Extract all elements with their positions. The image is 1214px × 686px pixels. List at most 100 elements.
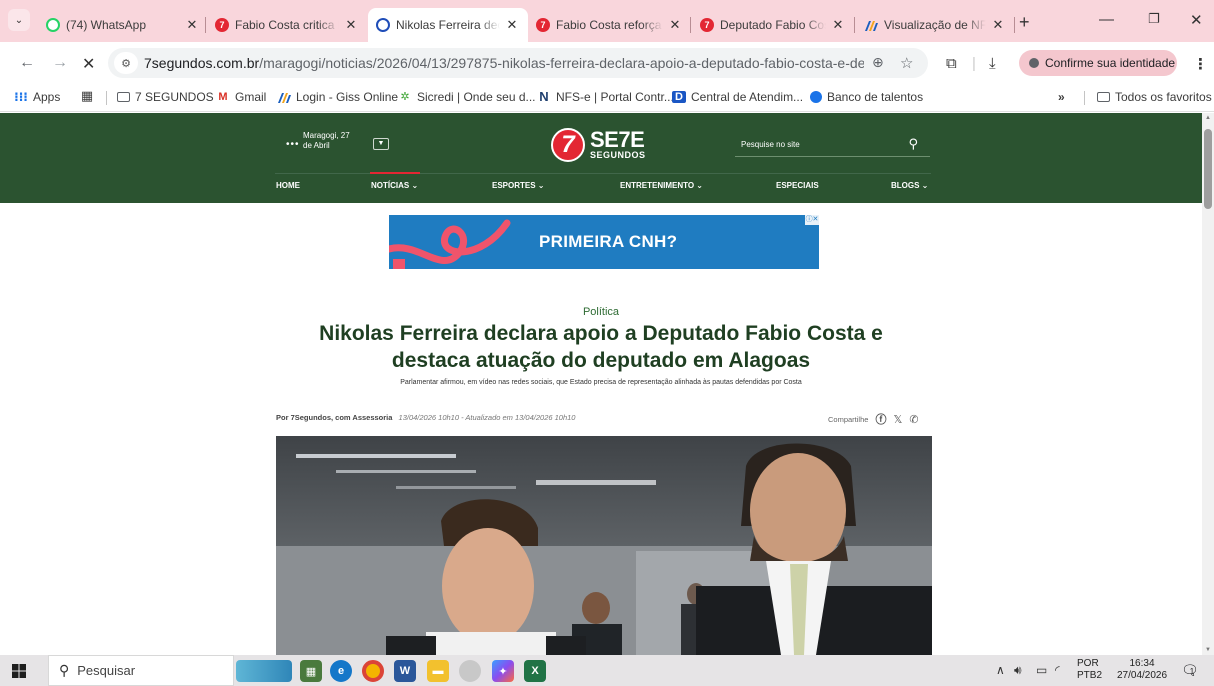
calculator-icon[interactable]: ▦ — [300, 660, 322, 682]
new-tab-icon[interactable]: + — [1019, 12, 1030, 33]
search-highlight-icon[interactable] — [236, 660, 292, 682]
show-hidden-icons[interactable]: ∧ — [996, 663, 1005, 677]
forward-icon[interactable]: → — [52, 54, 68, 72]
wifi-icon[interactable]: ◜ — [1055, 663, 1060, 677]
battery-icon[interactable]: ▭ — [1036, 663, 1047, 677]
bookmark-folder-7segundos[interactable]: 7 SEGUNDOS — [117, 90, 214, 104]
bookmark-central-atendimento[interactable]: D Central de Atendim... — [672, 90, 803, 104]
edge-icon[interactable]: e — [330, 660, 352, 682]
excel-icon[interactable]: X — [524, 660, 546, 682]
site-info-icon[interactable]: ⚙ — [114, 52, 138, 74]
close-tab-icon[interactable]: ✕ — [830, 17, 846, 33]
scrollbar-thumb[interactable] — [1204, 129, 1212, 209]
windows-start-icon[interactable] — [12, 664, 26, 678]
close-tab-icon[interactable]: ✕ — [990, 17, 1006, 33]
central-d-icon: D — [672, 91, 686, 103]
bookmark-grid-apps[interactable]: ▦ — [80, 89, 99, 102]
bookmarks-overflow-button[interactable]: » — [1058, 90, 1065, 104]
taskbar-search[interactable]: ⚲ Pesquisar — [48, 655, 234, 686]
x-twitter-icon[interactable]: 𝕏 — [893, 413, 902, 426]
bookmark-giss-online[interactable]: Login - Giss Online — [277, 90, 398, 104]
stop-loading-icon[interactable]: ✕ — [82, 54, 95, 74]
nav-especiais[interactable]: ESPECIAIS — [776, 181, 819, 190]
toolbar-divider: | — [972, 55, 976, 72]
tab-search-button[interactable]: ⌄ — [8, 9, 30, 31]
bookmark-star-icon[interactable]: ☆ — [900, 54, 913, 72]
logo-sub-text: SEGUNDOS — [590, 150, 646, 160]
share-label: Compartilhe — [828, 414, 869, 424]
whatsapp-share-icon[interactable]: ✆ — [909, 413, 918, 426]
nav-entretenimento[interactable]: ENTRETENIMENTO ⌄ — [620, 181, 703, 190]
tab-title: Nikolas Ferreira decla — [396, 18, 500, 32]
close-tab-icon[interactable]: ✕ — [184, 17, 200, 33]
bookmark-banco-talentos[interactable]: Banco de talentos — [810, 90, 923, 104]
file-explorer-icon[interactable]: ▬ — [427, 660, 449, 682]
close-tab-icon[interactable]: ✕ — [504, 17, 520, 33]
taskbar-clock[interactable]: 16:34 27/04/2026 — [1117, 658, 1167, 682]
bookmark-nfse[interactable]: N NFS-e | Portal Contr... — [537, 90, 674, 104]
tab-fabio-costa-reforca[interactable]: 7 Fabio Costa reforça a ✕ — [528, 8, 691, 42]
giss-chart-icon — [277, 91, 291, 103]
identity-button[interactable]: Confirme sua identidade — [1019, 50, 1177, 76]
zoom-icon[interactable]: ⊕ — [872, 54, 884, 71]
url-text[interactable]: 7segundos.com.br/maragogi/noticias/2026/… — [144, 55, 864, 71]
site-logo[interactable]: 7 SE7E SEGUNDOS — [551, 127, 646, 163]
tab-nikolas-ferreira-active[interactable]: Nikolas Ferreira decla ✕ — [368, 8, 528, 42]
tab-fabio-costa-critica[interactable]: 7 Fabio Costa critica Re ✕ — [207, 8, 367, 42]
nav-esportes[interactable]: ESPORTES ⌄ — [492, 181, 545, 190]
folder-icon — [117, 92, 130, 102]
location-dropdown-icon[interactable]: ▼ — [373, 138, 389, 150]
close-tab-icon[interactable]: ✕ — [343, 17, 359, 33]
tab-title: Visualização de NFS- — [884, 18, 986, 32]
extensions-icon[interactable]: ⧉ — [946, 55, 957, 72]
adchoices-icon[interactable]: ⓘ✕ — [805, 215, 819, 225]
download-icon[interactable]: ⤓ — [989, 55, 996, 72]
page-scrollbar[interactable]: ▲ ▼ — [1202, 113, 1214, 655]
notification-center-icon[interactable]: 🗨︎1 — [1181, 662, 1203, 679]
volume-icon[interactable]: 🔊︎ — [1014, 663, 1022, 678]
bookmark-gmail[interactable]: M Gmail — [216, 90, 266, 104]
all-bookmarks-button[interactable]: Todos os favoritos — [1097, 90, 1212, 104]
gmail-icon: M — [218, 91, 228, 103]
search-icon[interactable]: ⚲ — [908, 136, 918, 152]
nav-home[interactable]: HOME — [276, 181, 300, 190]
article-category[interactable]: Política — [0, 306, 1202, 318]
nav-blogs[interactable]: BLOGS ⌄ — [891, 181, 928, 190]
article-subhead: Parlamentar afirmou, em vídeo nas redes … — [400, 379, 802, 386]
input-language[interactable]: POR PTB2 — [1077, 658, 1102, 682]
article-author: Por 7Segundos, com Assessoria — [276, 413, 393, 422]
scroll-down-icon[interactable]: ▼ — [1205, 647, 1211, 653]
tab-whatsapp[interactable]: (74) WhatsApp ✕ — [38, 8, 208, 42]
close-tab-icon[interactable]: ✕ — [667, 17, 683, 33]
scroll-up-icon[interactable]: ▲ — [1205, 115, 1211, 121]
chrome-profile-icon[interactable] — [459, 660, 481, 682]
bookmark-sicredi[interactable]: ✲ Sicredi | Onde seu d... — [398, 90, 535, 104]
facebook-icon[interactable]: ⓕ — [875, 411, 886, 427]
site-search[interactable]: Pesquise no site ⚲ — [735, 135, 930, 157]
close-window-icon[interactable]: ✕ — [1190, 11, 1203, 29]
bookmarks-bar: ⁝⁝⁝ Apps ▦ 7 SEGUNDOS M Gmail Login - Gi… — [0, 84, 1214, 112]
ad-banner[interactable]: PRIMEIRA CNH? ⓘ✕ — [389, 215, 819, 269]
apps-grid-icon: ⁝⁝⁝ — [14, 90, 28, 104]
article-photo[interactable] — [276, 436, 932, 655]
bookmark-apps[interactable]: ⁝⁝⁝ Apps — [14, 90, 60, 104]
tab-deputado-fabio-costa[interactable]: 7 Deputado Fabio Cost ✕ — [692, 8, 854, 42]
back-icon[interactable]: ← — [19, 54, 35, 72]
windows-taskbar: ⚲ Pesquisar ▦ e W ▬ ✦ X ∧ 🔊︎ ▭ ◜ POR PTB… — [0, 655, 1214, 686]
bookmark-label: Banco de talentos — [827, 90, 924, 104]
tab-visualizacao-nfs[interactable]: Visualização de NFS- ✕ — [856, 8, 1014, 42]
minimize-icon[interactable]: — — [1099, 11, 1114, 28]
chrome-icon[interactable] — [362, 660, 384, 682]
nav-noticias[interactable]: NOTÍCIAS ⌄ — [371, 181, 418, 190]
article-headline: Nikolas Ferreira declara apoio a Deputad… — [319, 322, 883, 372]
site-search-placeholder[interactable]: Pesquise no site — [741, 140, 800, 149]
url-path: /maragogi/noticias/2026/04/13/297875-nik… — [259, 55, 864, 71]
word-icon[interactable]: W — [394, 660, 416, 682]
copilot-icon[interactable]: ✦ — [492, 660, 514, 682]
restore-icon[interactable]: ❐ — [1148, 11, 1160, 27]
address-bar[interactable]: ⚙ 7segundos.com.br/maragogi/noticias/202… — [108, 48, 928, 78]
article-date: 13/04/2026 10h10 - Atualizado em 13/04/2… — [398, 413, 576, 422]
menu-kebab-icon[interactable]: ⋮ — [1193, 55, 1208, 73]
tab-divider — [690, 17, 691, 33]
hamburger-menu-icon[interactable]: ••• — [286, 139, 300, 150]
